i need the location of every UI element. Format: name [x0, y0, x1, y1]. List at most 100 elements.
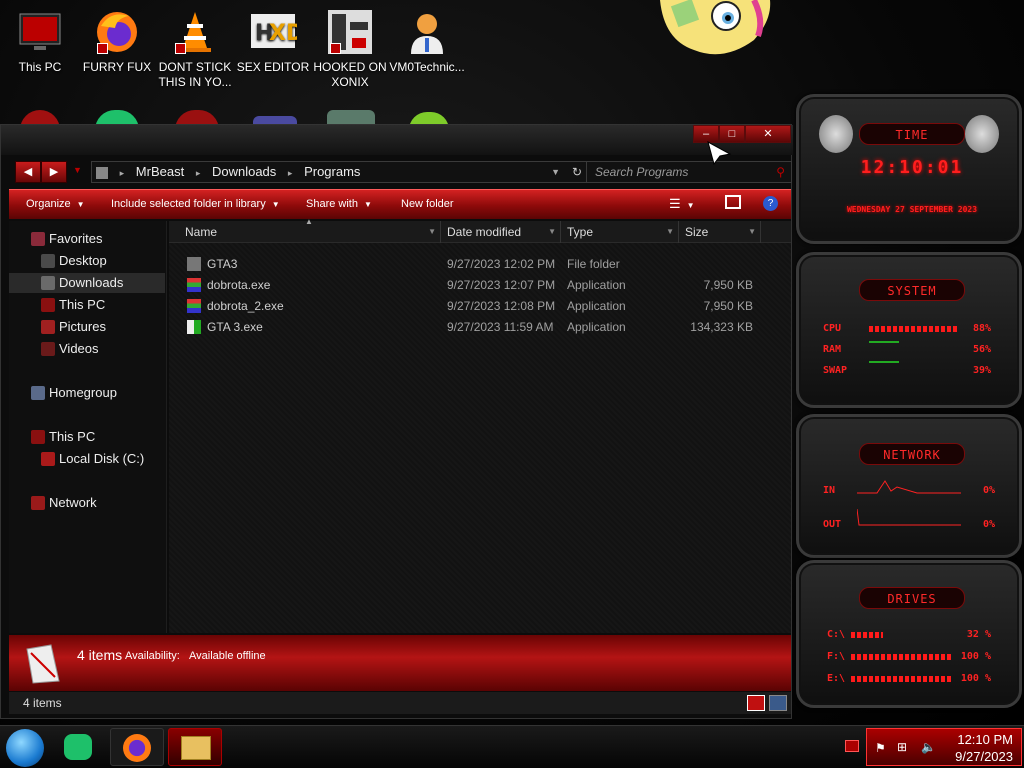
file-date: 9/27/2023 12:08 PM	[447, 299, 556, 313]
large-icons-view-icon[interactable]	[769, 695, 787, 711]
nav-favorites[interactable]: Favorites	[9, 229, 165, 249]
chevron-down-icon: ▼	[748, 227, 756, 236]
column-type[interactable]: Type ▼	[561, 221, 679, 243]
folder-contents-icon	[23, 643, 63, 685]
include-in-library-menu[interactable]: Include selected folder in library ▼	[111, 198, 280, 210]
ram-label: RAM	[823, 344, 842, 355]
address-dropdown-icon[interactable]: ▼	[551, 162, 560, 182]
file-name: dobrota_2.exe	[207, 299, 284, 313]
cpu-bar	[869, 326, 957, 332]
taskbar-chat-app[interactable]	[52, 728, 106, 766]
desktop-icon-vm0technic[interactable]: VM0Technic...	[387, 8, 467, 75]
desktop-icon-label: FURRY FUX	[82, 60, 152, 74]
nav-this-pc-fav[interactable]: This PC	[9, 295, 165, 315]
nav-desktop[interactable]: Desktop	[9, 251, 165, 271]
chevron-down-icon: ▼	[76, 200, 85, 209]
time-gadget[interactable]: TIME 12:10:01 WEDNESDAY 27 SEPTEMBER 202…	[796, 94, 1022, 244]
organize-menu[interactable]: Organize ▼	[26, 198, 85, 210]
title-bar[interactable]: – □ ✕	[1, 125, 793, 155]
address-field[interactable]: ▸ MrBeast ▸ Downloads ▸ Programs ▼ ↻	[91, 161, 589, 183]
organize-label: Organize	[26, 198, 71, 210]
taskbar-firefox[interactable]	[110, 728, 164, 766]
nav-downloads[interactable]: Downloads	[9, 273, 165, 293]
column-label: Type	[567, 225, 594, 239]
column-date[interactable]: Date modified ▼	[441, 221, 561, 243]
desktop-icon	[41, 254, 55, 268]
close-button[interactable]: ✕	[745, 125, 791, 143]
homegroup-icon	[31, 386, 45, 400]
action-center-flag-icon[interactable]: ⚑	[875, 741, 886, 755]
desktop-icon-xonix[interactable]: HOOKED ON XONIX	[310, 8, 390, 90]
swap-label: SWAP	[823, 365, 848, 376]
out-value: 0%	[982, 519, 995, 530]
breadcrumb-mrbeast[interactable]: MrBeast	[136, 162, 184, 182]
firefox-icon	[93, 8, 141, 56]
column-name[interactable]: Name ▼	[179, 221, 441, 243]
nav-label: Downloads	[59, 275, 124, 290]
new-folder-button[interactable]: New folder	[401, 198, 454, 210]
breadcrumb-downloads[interactable]: Downloads	[212, 162, 276, 182]
help-icon[interactable]: ?	[763, 196, 778, 211]
nav-label: Homegroup	[49, 385, 117, 400]
command-bar: Organize ▼ Include selected folder in lib…	[9, 189, 791, 219]
network-gadget[interactable]: NETWORK IN 0% OUT 0%	[796, 414, 1022, 558]
refresh-icon[interactable]: ↻	[572, 162, 582, 182]
tray-date: 9/27/2023	[955, 749, 1013, 764]
search-icon[interactable]: ⚲	[776, 162, 785, 182]
drive-f-value: 100 %	[960, 651, 991, 662]
nav-videos[interactable]: Videos	[9, 339, 165, 359]
gadget-title: TIME	[859, 123, 965, 145]
view-options-icon[interactable]: ☰ ▼	[669, 196, 695, 212]
desktop-icon-furry-fux[interactable]: FURRY FUX	[77, 8, 157, 75]
search-placeholder: Search Programs	[595, 165, 689, 179]
start-button[interactable]	[6, 729, 44, 767]
system-gadget[interactable]: SYSTEM CPU 88% RAM 56% SWAP 39%	[796, 252, 1022, 408]
nav-local-disk[interactable]: Local Disk (C:)	[9, 449, 165, 469]
clock-digits: 12:10:01	[860, 157, 964, 178]
search-input[interactable]: Search Programs ⚲	[586, 161, 792, 183]
chevron-down-icon: ▼	[271, 200, 280, 209]
breadcrumb-programs[interactable]: Programs	[304, 162, 360, 182]
file-size: 7,950 KB	[703, 278, 753, 292]
xonix-game-icon	[326, 8, 374, 56]
vlc-cone-icon	[171, 8, 219, 56]
details-view-icon[interactable]	[747, 695, 765, 711]
preview-pane-icon[interactable]	[725, 195, 741, 209]
nav-pictures[interactable]: Pictures	[9, 317, 165, 337]
forward-button[interactable]: ▶	[41, 161, 67, 183]
explorer-window[interactable]: – □ ✕ ◀ ▶ ▼ ▸ MrBeast ▸ Downloads ▸ Prog…	[0, 124, 793, 719]
desktop-icon-this-pc[interactable]: This PC	[0, 8, 80, 75]
back-button[interactable]: ◀	[15, 161, 41, 183]
column-size[interactable]: Size ▼	[679, 221, 761, 243]
file-row[interactable]: dobrota_2.exe 9/27/2023 12:08 PM Applica…	[179, 296, 779, 316]
recent-locations-icon[interactable]: ▼	[73, 165, 82, 175]
breadcrumb-sep-icon[interactable]: ▸	[120, 163, 125, 183]
nav-this-pc[interactable]: This PC	[9, 427, 165, 447]
file-row[interactable]: GTA3 9/27/2023 12:02 PM File folder	[179, 254, 779, 274]
share-with-menu[interactable]: Share with ▼	[306, 198, 372, 210]
nav-network[interactable]: Network	[9, 493, 165, 513]
star-icon	[31, 232, 45, 246]
nav-label: Favorites	[49, 231, 103, 246]
desktop-icon-label: This PC	[18, 60, 62, 74]
breadcrumb-sep-icon[interactable]: ▸	[288, 163, 293, 183]
folder-icon	[187, 257, 201, 271]
nav-label: Desktop	[59, 253, 107, 268]
file-row[interactable]: GTA 3.exe 9/27/2023 11:59 AM Application…	[179, 317, 779, 337]
desktop-icon-sex-editor[interactable]: H XD SEX EDITOR	[233, 8, 313, 75]
drives-gadget[interactable]: DRIVES C:\ 32 % F:\ 100 % E:\ 100 %	[796, 560, 1022, 708]
breadcrumb-sep-icon[interactable]: ▸	[196, 163, 201, 183]
tray-clock[interactable]: 12:10 PM 9/27/2023	[955, 731, 1013, 765]
file-size: 134,323 KB	[690, 320, 753, 334]
chevron-down-icon: ▼	[363, 200, 372, 209]
desktop-icon-dont-stick[interactable]: DONT STICK THIS IN YO...	[155, 8, 235, 90]
file-row[interactable]: dobrota.exe 9/27/2023 12:07 PM Applicati…	[179, 275, 779, 295]
swap-graph-line	[869, 361, 899, 363]
technician-icon	[403, 8, 451, 56]
volume-icon[interactable]: 🔈	[921, 740, 936, 754]
taskbar-explorer[interactable]	[168, 728, 222, 766]
show-hidden-icons-icon[interactable]	[845, 740, 859, 752]
nav-homegroup[interactable]: Homegroup	[9, 383, 165, 403]
network-status-icon[interactable]: ⊞	[897, 740, 907, 754]
status-bar: 4 items	[9, 692, 791, 714]
